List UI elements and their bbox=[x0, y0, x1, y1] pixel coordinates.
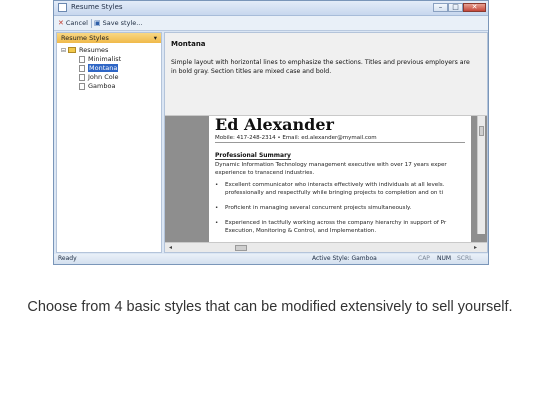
tree-item-label: John Cole bbox=[88, 73, 119, 81]
bullet-item: • Excellent communicator who interacts ef… bbox=[215, 181, 471, 197]
scroll-left-icon[interactable]: ◂ bbox=[169, 243, 172, 252]
tree-item-label: Montana bbox=[88, 64, 119, 72]
resume-name: Ed Alexander bbox=[215, 116, 334, 134]
save-disk-icon: ▣ bbox=[94, 19, 101, 27]
bullet-dot-icon: • bbox=[215, 182, 219, 188]
tree-item-minimalist[interactable]: Minimalist bbox=[79, 55, 121, 64]
window-title: Resume Styles bbox=[71, 3, 123, 11]
tree-item-label: Minimalist bbox=[88, 55, 122, 63]
horizontal-scroll-thumb[interactable] bbox=[235, 245, 247, 251]
tree-node-resumes[interactable]: ⊟ Resumes bbox=[61, 46, 108, 55]
cancel-button[interactable]: ✕ Cancel bbox=[58, 18, 88, 28]
sidebar-title: Resume Styles bbox=[61, 34, 109, 42]
app-icon bbox=[58, 3, 67, 12]
cancel-x-icon: ✕ bbox=[58, 19, 64, 27]
resume-page: Ed Alexander Mobile: 417-248-2314 • Emai… bbox=[209, 116, 471, 242]
tree-root-label: Resumes bbox=[79, 46, 109, 54]
bullet-text: Execution, Monitoring & Control, and Imp… bbox=[225, 228, 377, 234]
save-label: Save style... bbox=[102, 19, 143, 27]
vertical-scrollbar[interactable] bbox=[477, 116, 485, 234]
bullet-item: • Proficient in managing several concurre… bbox=[215, 204, 471, 212]
status-bar: Ready Active Style: Gamboa CAP NUM SCRL bbox=[54, 254, 488, 264]
minimize-button[interactable]: – bbox=[433, 3, 448, 12]
summary-line: Dynamic Information Technology managemen… bbox=[215, 162, 447, 168]
bullet-dot-icon: • bbox=[215, 205, 219, 211]
status-active-style: Active Style: Gamboa bbox=[312, 255, 377, 262]
close-button[interactable]: ✕ bbox=[463, 3, 486, 12]
description-line: in bold gray. Section titles are mixed c… bbox=[171, 68, 332, 75]
style-title: Montana bbox=[171, 40, 206, 48]
horizontal-scrollbar[interactable]: ◂ ▸ bbox=[165, 242, 487, 252]
bullet-text: professionally and respectfully while br… bbox=[225, 190, 444, 196]
document-icon bbox=[79, 73, 85, 81]
scroll-right-icon[interactable]: ▸ bbox=[474, 243, 477, 252]
style-info: Montana Simple layout with horizontal li… bbox=[165, 33, 487, 116]
tree-item-label: Gamboa bbox=[88, 82, 116, 90]
bullet-text: Proficient in managing several concurren… bbox=[225, 205, 412, 211]
styles-sidebar: Resume Styles ▾ ⊟ Resumes Minimalist Mont… bbox=[56, 32, 162, 253]
save-style-button[interactable]: ▣ Save style... bbox=[94, 18, 142, 28]
status-ready: Ready bbox=[58, 255, 77, 262]
title-bar: Resume Styles – □ ✕ bbox=[54, 1, 488, 16]
summary-paragraph: Dynamic Information Technology managemen… bbox=[215, 161, 471, 177]
bullet-dot-icon: • bbox=[215, 220, 219, 226]
folder-icon bbox=[68, 47, 76, 53]
vertical-scroll-thumb[interactable] bbox=[479, 126, 484, 136]
pin-icon[interactable]: ▾ bbox=[154, 33, 157, 43]
tree-item-john-cole[interactable]: John Cole bbox=[79, 73, 119, 82]
bullet-item: • Experienced in tactfully working across… bbox=[215, 219, 471, 235]
summary-line: experience to transcend industries. bbox=[215, 170, 315, 176]
style-description: Simple layout with horizontal lines to e… bbox=[171, 58, 483, 76]
resume-preview: Ed Alexander Mobile: 417-248-2314 • Emai… bbox=[165, 116, 487, 242]
tree-item-gamboa[interactable]: Gamboa bbox=[79, 82, 115, 91]
description-line: Simple layout with horizontal lines to e… bbox=[171, 59, 470, 66]
document-icon bbox=[79, 64, 85, 72]
cancel-label: Cancel bbox=[65, 19, 88, 27]
bullet-text: Experienced in tactfully working across … bbox=[225, 220, 447, 226]
tree-item-montana[interactable]: Montana bbox=[79, 64, 119, 73]
resume-styles-window: Resume Styles – □ ✕ ✕ Cancel ▣ Save style.… bbox=[53, 0, 489, 265]
toolbar-separator bbox=[91, 19, 92, 28]
status-cap: CAP bbox=[418, 255, 430, 262]
bullet-text: Excellent communicator who interacts eff… bbox=[225, 182, 445, 188]
sidebar-header: Resume Styles ▾ bbox=[57, 33, 161, 43]
section-title: Professional Summary bbox=[215, 152, 291, 160]
toolbar: ✕ Cancel ▣ Save style... bbox=[54, 16, 488, 31]
status-scrl: SCRL bbox=[457, 255, 473, 262]
resume-contact: Mobile: 417-248-2314 • Email: ed.alexand… bbox=[215, 135, 465, 143]
document-icon bbox=[79, 82, 85, 90]
style-detail-panel: Montana Simple layout with horizontal li… bbox=[164, 32, 488, 253]
document-icon bbox=[79, 55, 85, 63]
maximize-button[interactable]: □ bbox=[448, 3, 463, 12]
collapse-toggle-icon[interactable]: ⊟ bbox=[61, 46, 67, 55]
slide-caption: Choose from 4 basic styles that can be m… bbox=[27, 299, 513, 315]
status-num: NUM bbox=[437, 255, 452, 262]
